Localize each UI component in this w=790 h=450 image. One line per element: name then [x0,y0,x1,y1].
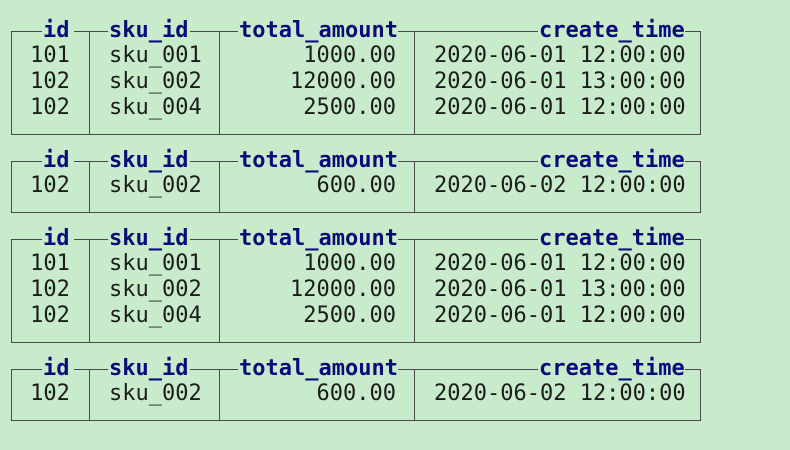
sku-id-header: sku_id [108,356,190,381]
column-divider [414,31,415,135]
create-time-cell: 2020-06-01 13:00:00 [434,69,686,94]
result-table: id sku_id total_amount create_time 101 sku_00… [11,226,701,343]
sku-id-cell: sku_001 [109,251,202,276]
create-time-cell: 2020-06-01 12:00:00 [434,95,686,120]
create-time-cell: 2020-06-01 12:00:00 [434,303,686,328]
total-amount-header: total_amount [238,18,398,43]
total-amount-cell: 1000.00 [303,251,396,276]
id-header: id [42,357,74,381]
id-cell: 101 [30,251,70,276]
sku-id-cell: sku_002 [109,69,202,94]
total-amount-cell: 600.00 [316,381,396,406]
result-table: id sku_id total_amount create_time 102 sku_00… [11,356,701,421]
total-amount-header: total_amount [238,226,398,251]
column-divider [219,239,220,343]
create-time-cell: 2020-06-02 12:00:00 [434,173,686,198]
total-amount-cell: 600.00 [316,173,396,198]
column-divider [89,239,90,343]
id-cell: 101 [30,43,70,68]
id-cell: 102 [30,277,70,302]
sku-id-cell: sku_001 [109,43,202,68]
column-divider [219,161,220,213]
total-amount-cell: 2500.00 [303,303,396,328]
create-time-cell: 2020-06-01 13:00:00 [434,277,686,302]
sku-id-cell: sku_002 [109,381,202,406]
column-divider [89,161,90,213]
create-time-header: create_time [538,226,685,251]
create-time-cell: 2020-06-02 12:00:00 [434,381,686,406]
id-cell: 102 [30,381,70,406]
total-amount-cell: 12000.00 [290,277,396,302]
total-amount-cell: 12000.00 [290,69,396,94]
total-amount-header: total_amount [238,148,398,173]
create-time-cell: 2020-06-01 12:00:00 [434,43,686,68]
column-divider [89,31,90,135]
id-cell: 102 [30,69,70,94]
column-divider [89,369,90,421]
sku-id-cell: sku_004 [109,95,202,120]
result-table: id sku_id total_amount create_time 102 sku_00… [11,148,701,213]
column-divider [414,239,415,343]
id-cell: 102 [30,303,70,328]
id-header: id [42,19,74,43]
id-cell: 102 [30,173,70,198]
id-header: id [42,149,74,173]
create-time-header: create_time [538,18,685,43]
sku-id-cell: sku_004 [109,303,202,328]
results-panel: id sku_id total_amount create_time 101 sku_00… [0,0,790,450]
sku-id-header: sku_id [108,148,190,173]
sku-id-cell: sku_002 [109,173,202,198]
create-time-cell: 2020-06-01 12:00:00 [434,251,686,276]
column-divider [219,369,220,421]
create-time-header: create_time [538,148,685,173]
id-header: id [42,227,74,251]
total-amount-header: total_amount [238,356,398,381]
total-amount-cell: 1000.00 [303,43,396,68]
column-divider [219,31,220,135]
result-table: id sku_id total_amount create_time 101 sku_00… [11,18,701,135]
sku-id-cell: sku_002 [109,277,202,302]
column-divider [414,369,415,421]
sku-id-header: sku_id [108,226,190,251]
create-time-header: create_time [538,356,685,381]
sku-id-header: sku_id [108,18,190,43]
column-divider [414,161,415,213]
total-amount-cell: 2500.00 [303,95,396,120]
id-cell: 102 [30,95,70,120]
